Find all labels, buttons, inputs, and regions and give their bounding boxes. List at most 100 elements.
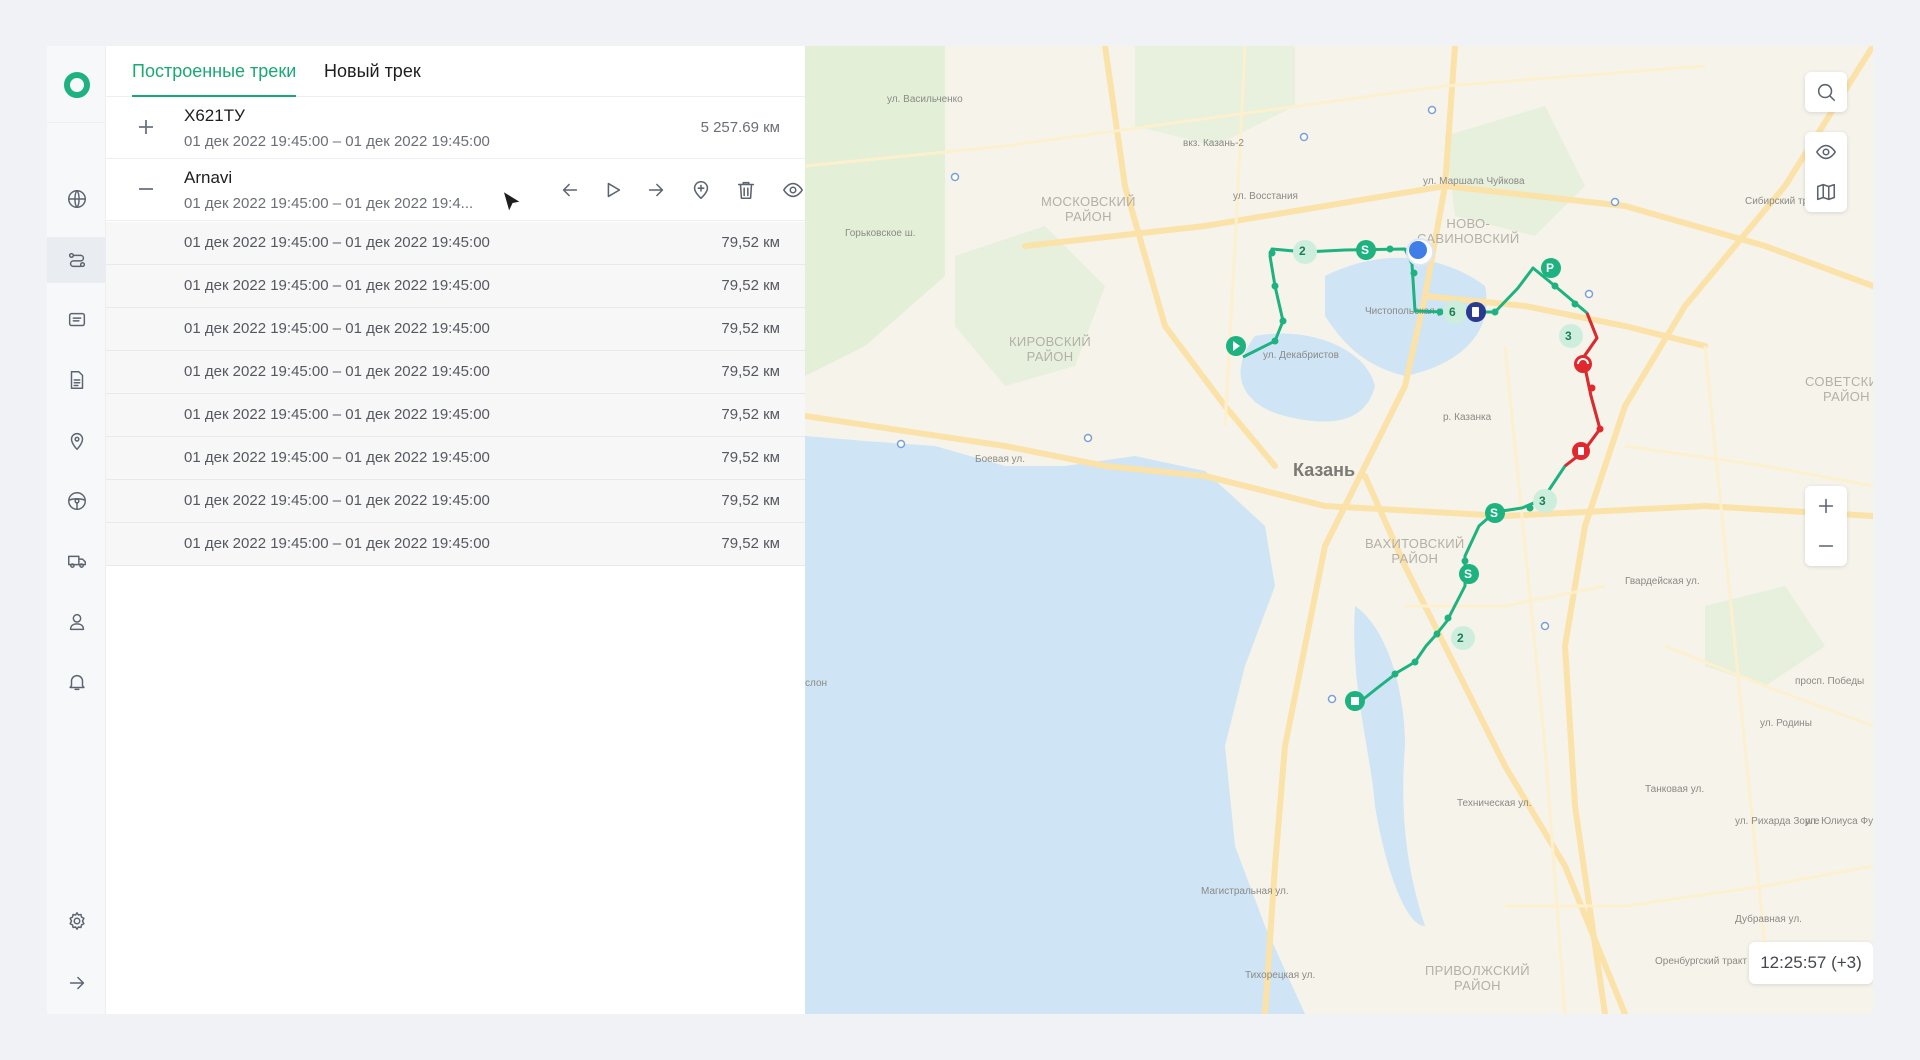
map-search-control	[1805, 72, 1847, 112]
arrow-right-icon	[648, 183, 664, 197]
rail-item-settings[interactable]	[47, 898, 106, 944]
rail-item-messages[interactable]	[47, 297, 106, 343]
minus-icon	[139, 188, 153, 190]
rail-item-geozones[interactable]	[47, 418, 106, 464]
rail-item-reports[interactable]	[47, 357, 106, 403]
bell-icon	[68, 674, 85, 691]
user-icon	[69, 613, 84, 631]
minus-icon	[1818, 545, 1834, 547]
segment-dates: 01 дек 2022 19:45:00 – 01 дек 2022 19:45…	[184, 363, 490, 380]
eye-icon	[1816, 144, 1836, 160]
segment-row[interactable]: 01 дек 2022 19:45:00 – 01 дек 2022 19:45…	[106, 222, 805, 265]
segment-dates: 01 дек 2022 19:45:00 – 01 дек 2022 19:45…	[184, 406, 490, 423]
message-icon	[68, 312, 85, 327]
rail-item-users[interactable]	[47, 599, 106, 645]
cluster-badge[interactable]: 2	[1299, 244, 1306, 258]
segment-dates: 01 дек 2022 19:45:00 – 01 дек 2022 19:45…	[184, 492, 490, 509]
collapse-button[interactable]	[134, 177, 158, 201]
stop-marker[interactable]: S	[1361, 243, 1369, 257]
segment-row[interactable]: 01 дек 2022 19:45:00 – 01 дек 2022 19:45…	[106, 437, 805, 480]
track-row-expanded[interactable]: Arnavi 01 дек 2022 19:45:00 – 01 дек 202…	[106, 159, 805, 221]
segment-dates: 01 дек 2022 19:45:00 – 01 дек 2022 19:45…	[184, 234, 490, 251]
tab-new-track[interactable]: Новый трек	[324, 46, 421, 97]
track-dates: 01 дек 2022 19:45:00 – 01 дек 2022 19:4.…	[184, 195, 474, 212]
segment-distance: 79,52 км	[721, 234, 780, 251]
stop-marker[interactable]: S	[1490, 506, 1498, 520]
map-search-button[interactable]	[1805, 72, 1847, 112]
prev-button[interactable]	[557, 177, 583, 203]
play-button[interactable]	[600, 177, 626, 203]
segment-row[interactable]: 01 дек 2022 19:45:00 – 01 дек 2022 19:45…	[106, 308, 805, 351]
delete-button[interactable]	[733, 177, 759, 203]
next-button[interactable]	[643, 177, 669, 203]
segment-distance: 79,52 км	[721, 277, 780, 294]
segment-row[interactable]: 01 дек 2022 19:45:00 – 01 дек 2022 19:45…	[106, 480, 805, 523]
map-clock: 12:25:57 (+3)	[1749, 942, 1873, 984]
plus-icon	[1818, 498, 1834, 514]
track-dates: 01 дек 2022 19:45:00 – 01 дек 2022 19:45…	[184, 133, 490, 150]
segment-distance: 79,52 км	[721, 449, 780, 466]
map-icon	[1816, 183, 1836, 201]
track-route	[896, 105, 1620, 711]
rail-item-monitoring[interactable]	[47, 176, 106, 222]
sidebar-rail	[47, 46, 106, 1014]
parking-marker[interactable]: P	[1546, 261, 1554, 275]
zoom-out-button[interactable]	[1805, 526, 1847, 566]
map-visibility-button[interactable]	[1805, 132, 1847, 172]
track-row[interactable]: Х621ТУ 01 дек 2022 19:45:00 – 01 дек 202…	[106, 97, 805, 159]
visibility-button[interactable]	[779, 177, 807, 203]
segment-row[interactable]: 01 дек 2022 19:45:00 – 01 дек 2022 19:45…	[106, 523, 805, 566]
tracks-panel: Построенные треки Новый трек Х621ТУ 01 д…	[106, 46, 805, 1014]
document-icon	[70, 371, 83, 389]
segment-dates: 01 дек 2022 19:45:00 – 01 дек 2022 19:45…	[184, 320, 490, 337]
zoom-in-button[interactable]	[1805, 486, 1847, 526]
plus-icon	[139, 120, 153, 134]
expand-button[interactable]	[134, 115, 158, 139]
tabs-bar: Построенные треки Новый трек	[106, 46, 805, 97]
tab-built-tracks[interactable]: Построенные треки	[132, 46, 297, 97]
cluster-badge[interactable]: 3	[1539, 494, 1546, 508]
segment-distance: 79,52 км	[721, 492, 780, 509]
cluster-badge[interactable]: 6	[1449, 305, 1456, 319]
segment-distance: 79,52 км	[721, 320, 780, 337]
eye-icon	[783, 182, 803, 198]
segment-row[interactable]: 01 дек 2022 19:45:00 – 01 дек 2022 19:45…	[106, 265, 805, 308]
segment-row[interactable]: 01 дек 2022 19:45:00 – 01 дек 2022 19:45…	[106, 394, 805, 437]
add-point-button[interactable]	[688, 177, 714, 203]
rail-item-notifications[interactable]	[47, 659, 106, 705]
segment-dates: 01 дек 2022 19:45:00 – 01 дек 2022 19:45…	[184, 449, 490, 466]
segment-dates: 01 дек 2022 19:45:00 – 01 дек 2022 19:45…	[184, 535, 490, 552]
segment-distance: 79,52 км	[721, 535, 780, 552]
rail-item-vehicles[interactable]	[47, 538, 106, 584]
stop-marker[interactable]: S	[1464, 567, 1472, 581]
cluster-badge[interactable]: 2	[1457, 631, 1464, 645]
map-layers-control	[1805, 132, 1847, 212]
steering-wheel-icon	[67, 492, 86, 510]
rail-item-drivers[interactable]	[47, 478, 106, 524]
rail-item-expand[interactable]	[47, 960, 106, 1006]
segment-row[interactable]: 01 дек 2022 19:45:00 – 01 дек 2022 19:45…	[106, 351, 805, 394]
add-point-icon	[693, 180, 709, 200]
cluster-badge[interactable]: 3	[1565, 329, 1572, 343]
settings-icon	[68, 912, 85, 930]
globe-icon	[67, 190, 86, 208]
arrow-left-icon	[562, 183, 578, 197]
route-icon	[68, 252, 85, 268]
track-name: Х621ТУ	[184, 106, 245, 125]
search-icon	[1817, 83, 1836, 102]
map-zoom-control	[1805, 486, 1847, 566]
arrow-right-icon	[69, 976, 84, 990]
map-layers-button[interactable]	[1805, 172, 1847, 212]
logo-icon	[64, 72, 90, 98]
truck-icon	[67, 555, 86, 568]
segment-dates: 01 дек 2022 19:45:00 – 01 дек 2022 19:45…	[184, 277, 490, 294]
rail-item-tracks[interactable]	[47, 237, 106, 283]
track-distance: 5 257.69 км	[700, 119, 780, 136]
rail-divider	[47, 122, 106, 123]
map-view[interactable]: МОСКОВСКИЙ РАЙОН КИРОВСКИЙ РАЙОН НОВО- САВИ…	[805, 46, 1873, 1014]
trash-icon	[737, 181, 755, 200]
mouse-cursor-icon	[502, 189, 523, 214]
track-name: Arnavi	[184, 168, 233, 187]
segment-distance: 79,52 км	[721, 363, 780, 380]
location-pin-icon	[70, 433, 83, 450]
